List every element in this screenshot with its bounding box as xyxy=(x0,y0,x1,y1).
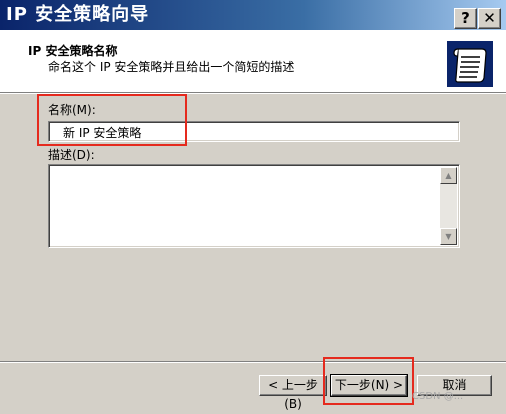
wizard-header: IP 安全策略名称 命名这个 IP 安全策略并且给出一个简短的描述 xyxy=(0,30,506,93)
title-bar[interactable]: IP 安全策略向导 ? ✕ xyxy=(0,0,506,30)
back-button[interactable]: < 上一步(B) xyxy=(259,375,327,411)
description-textarea[interactable]: ▲ ▼ xyxy=(48,164,460,248)
header-title: IP 安全策略名称 xyxy=(28,44,118,58)
help-button[interactable]: ? xyxy=(454,8,477,29)
header-subtitle: 命名这个 IP 安全策略并且给出一个简短的描述 xyxy=(48,60,295,74)
description-scrollbar[interactable]: ▲ ▼ xyxy=(440,167,457,245)
name-field-highlight-box xyxy=(37,94,187,146)
next-button-highlight-box xyxy=(323,357,414,405)
policy-scroll-icon xyxy=(447,41,493,87)
watermark: CSDN @... xyxy=(412,391,464,402)
scroll-down-arrow-icon[interactable]: ▼ xyxy=(440,228,457,245)
button-area-divider-highlight xyxy=(0,362,506,363)
close-button[interactable]: ✕ xyxy=(478,8,501,29)
window-title: IP 安全策略向导 xyxy=(6,4,150,25)
scroll-up-arrow-icon[interactable]: ▲ xyxy=(440,167,457,184)
description-label: 描述(D): xyxy=(48,148,95,162)
ip-security-policy-wizard-dialog: IP 安全策略向导 ? ✕ IP 安全策略名称 命名这个 IP 安全策略并且给出… xyxy=(0,0,506,411)
